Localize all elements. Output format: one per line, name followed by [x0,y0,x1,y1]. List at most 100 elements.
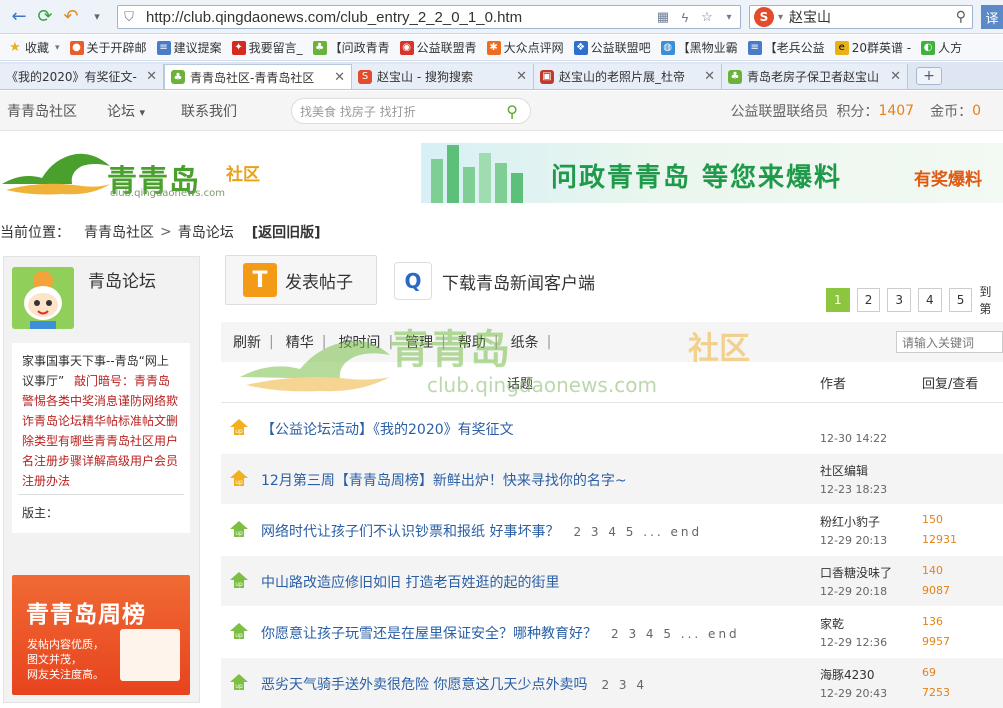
breadcrumb-home[interactable]: 青青岛社区 [84,222,154,242]
thread-pages[interactable]: 2 3 4 5 ... end [611,627,740,641]
bookmark-item[interactable]: ♣ 【问政青青 [312,39,390,56]
star-icon[interactable]: ☆ [696,9,718,25]
browser-search[interactable]: S ▾ 赵宝山 ⚲ [749,5,973,29]
thread-author[interactable]: 家乾 [820,615,844,632]
close-icon[interactable]: ✕ [334,70,345,85]
thread-author[interactable]: 粉红小豹子 [820,513,880,530]
toolbar-refresh[interactable]: 刷新 | [233,332,274,352]
building-shape [495,163,507,203]
tab-sogou[interactable]: S 赵宝山 - 搜狗搜索 ✕ [352,64,534,89]
qr-icon[interactable]: ▦ [652,9,674,25]
toolbar-help[interactable]: 帮助 | [458,332,499,352]
app-download-link[interactable]: Q 下载青岛新闻客户端 [394,262,595,300]
back-old-version-link[interactable]: [返回旧版] [252,222,321,242]
table-row[interactable]: up 网络时代让孩子们不认识钞票和报纸 好事坏事？ 2 3 4 5 ... end… [221,505,1003,555]
tab-essay[interactable]: 《我的2020》有奖征文- ✕ [0,64,164,89]
url-text[interactable]: http://club.qingdaonews.com/club_entry_2… [146,9,652,26]
thread-author[interactable]: 社区编辑 [820,462,868,479]
bookmark-favorites[interactable]: ★ 收藏 ▾ [8,39,59,56]
table-row[interactable]: up 【公益论坛活动】《我的2020》有奖征文 12-30 14:22 [221,403,1003,453]
close-icon[interactable]: ✕ [704,69,715,84]
bookmark-item[interactable]: ● 关于开辟邮 [69,39,147,56]
breadcrumb-forum[interactable]: 青岛论坛 [178,222,234,242]
engine-dropdown-icon[interactable]: ▾ [778,12,783,23]
username-link[interactable]: 公益联盟联络员 [730,101,828,121]
thread-title[interactable]: 中山路改造应修旧如旧 打造老百姓逛的起的街里 [261,572,559,592]
address-bar[interactable]: ⛉ http://club.qingdaonews.com/club_entry… [117,5,741,29]
address-dropdown-icon[interactable]: ▾ [718,12,740,23]
table-row[interactable]: up 中山路改造应修旧如旧 打造老百姓逛的起的街里 口香糖没味了 12-29 2… [221,556,1003,606]
building-shape [447,145,459,203]
emblem-icon: ✦ [231,40,246,55]
search-icon[interactable]: ⚲ [506,102,518,121]
tab-old-photos[interactable]: ▣ 赵宝山的老照片展_杜帝 ✕ [534,64,722,89]
site-logo[interactable]: 青青岛 社区 club.qingdaonews.com [2,150,272,210]
refresh-icon[interactable]: ⟳ [32,4,58,30]
bookmark-item[interactable]: ◐ 人方 [921,39,962,56]
page-4[interactable]: 4 [918,288,942,312]
keyword-search-input[interactable]: 请输入关键词 [896,331,1003,353]
bookmark-item[interactable]: ≡ 【老兵公益 [747,39,825,56]
page-5[interactable]: 5 [948,288,973,312]
nav-home-link[interactable]: 青青岛社区 [7,101,77,121]
bookmark-item[interactable]: ❖ 公益联盟吧 [573,39,651,56]
table-row[interactable]: up 你愿意让孩子玩雪还是在屋里保证安全？哪种教育好？ 2 3 4 5 ... e… [221,607,1003,657]
bookmark-item[interactable]: e 20群英谱 - [834,39,911,56]
thread-title[interactable]: 恶劣天气骑手送外卖很危险 你愿意这几天少点外卖吗 2 3 4 [261,674,647,694]
svg-text:up: up [235,479,243,486]
toolbar-notes[interactable]: 纸条 | [511,332,552,352]
close-icon[interactable]: ✕ [146,69,157,84]
page-2[interactable]: 2 [856,288,881,312]
thread-pages[interactable]: 2 3 4 5 ... end [573,525,702,539]
forum-links[interactable]: 敲门暗号：青青岛警惕各类中奖消息谨防网络欺诈青岛论坛精华帖标准帖文删除类型有哪些… [22,374,178,488]
bookmark-label: 我要留言_ [248,41,303,55]
thread-title[interactable]: 你愿意让孩子玩雪还是在屋里保证安全？哪种教育好？ 2 3 4 5 ... end [261,623,740,643]
toolbar-sep: | [493,334,499,350]
thread-pages[interactable]: 2 3 4 [601,678,647,692]
forum-avatar [12,267,74,329]
lightning-icon[interactable]: ϟ [674,10,696,25]
dianping-icon: ✱ [486,40,501,55]
thread-toolbar: 刷新 | 精华 | 按时间 | 管理 | 帮助 | 纸条 | [221,322,1003,362]
table-row[interactable]: up 12月第三周【青青岛周榜】新鲜出炉！快来寻找你的名字~ 社区编辑 12-2… [221,454,1003,504]
bookmark-item[interactable]: ◍ 【黑物业霸 [660,39,738,56]
nav-contact-link[interactable]: 联系我们 [181,101,237,121]
page-1[interactable]: 1 [826,288,850,312]
toolbar-manage[interactable]: 管理 | [405,332,446,352]
toolbar-digest[interactable]: 精华 | [286,332,327,352]
close-icon[interactable]: ✕ [516,69,527,84]
chevron-down-icon: ▾ [139,105,145,119]
toolbar-by-time[interactable]: 按时间 | [338,332,393,352]
search-icon[interactable]: ⚲ [956,9,966,25]
report-banner[interactable]: 问政青青岛 等您来爆料 有奖爆料 [421,143,1003,203]
tab-qingdao-club[interactable]: ♣ 青青岛社区-青青岛社区 ✕ [164,64,352,89]
bookmark-item[interactable]: ◉ 公益联盟青 [399,39,477,56]
thread-title[interactable]: 网络时代让孩子们不认识钞票和报纸 好事坏事？ 2 3 4 5 ... end [261,521,702,541]
divider [18,494,184,495]
bookmark-item[interactable]: ✦ 我要留言_ [231,39,303,56]
thread-author[interactable]: 口香糖没味了 [820,564,892,581]
bookmark-label: 公益联盟吧 [590,41,651,55]
tab-old-houses[interactable]: ♣ 青岛老房子保卫者赵宝山 ✕ [722,64,908,89]
close-icon[interactable]: ✕ [890,69,901,84]
nav-forum-menu[interactable]: 论坛 ▾ [107,101,145,121]
table-row[interactable]: up 恶劣天气骑手送外卖很危险 你愿意这几天少点外卖吗 2 3 4 海豚4230 … [221,658,1003,708]
search-query[interactable]: 赵宝山 [789,7,956,27]
new-tab-button[interactable]: + [916,67,942,85]
page-3[interactable]: 3 [887,288,912,312]
dropdown-icon[interactable]: ▾ [84,4,110,30]
undo-icon[interactable]: ↶ [58,4,84,30]
bookmark-item[interactable]: ✱ 大众点评网 [486,39,564,56]
site-search-input[interactable]: 找美食 找房子 找打折 ⚲ [291,98,531,124]
thread-title[interactable]: 【公益论坛活动】《我的2020》有奖征文 [261,419,514,439]
new-post-button[interactable]: T 发表帖子 [225,255,377,305]
app-download-label: 下载青岛新闻客户端 [442,273,595,294]
thread-author[interactable]: 海豚4230 [820,666,875,683]
toolbar-sep: | [321,334,327,350]
thread-title[interactable]: 12月第三周【青青岛周榜】新鲜出炉！快来寻找你的名字~ [261,470,627,490]
weekly-ranking-promo[interactable]: 青青岛周榜 发帖内容优质， 图文并茂， 网友关注度高。 [12,575,190,695]
up-icon: up [230,623,248,639]
back-icon[interactable]: ← [6,4,32,30]
bookmark-item[interactable]: ≡ 建议提案 [156,39,222,56]
translate-button[interactable]: 译 [981,5,1003,29]
